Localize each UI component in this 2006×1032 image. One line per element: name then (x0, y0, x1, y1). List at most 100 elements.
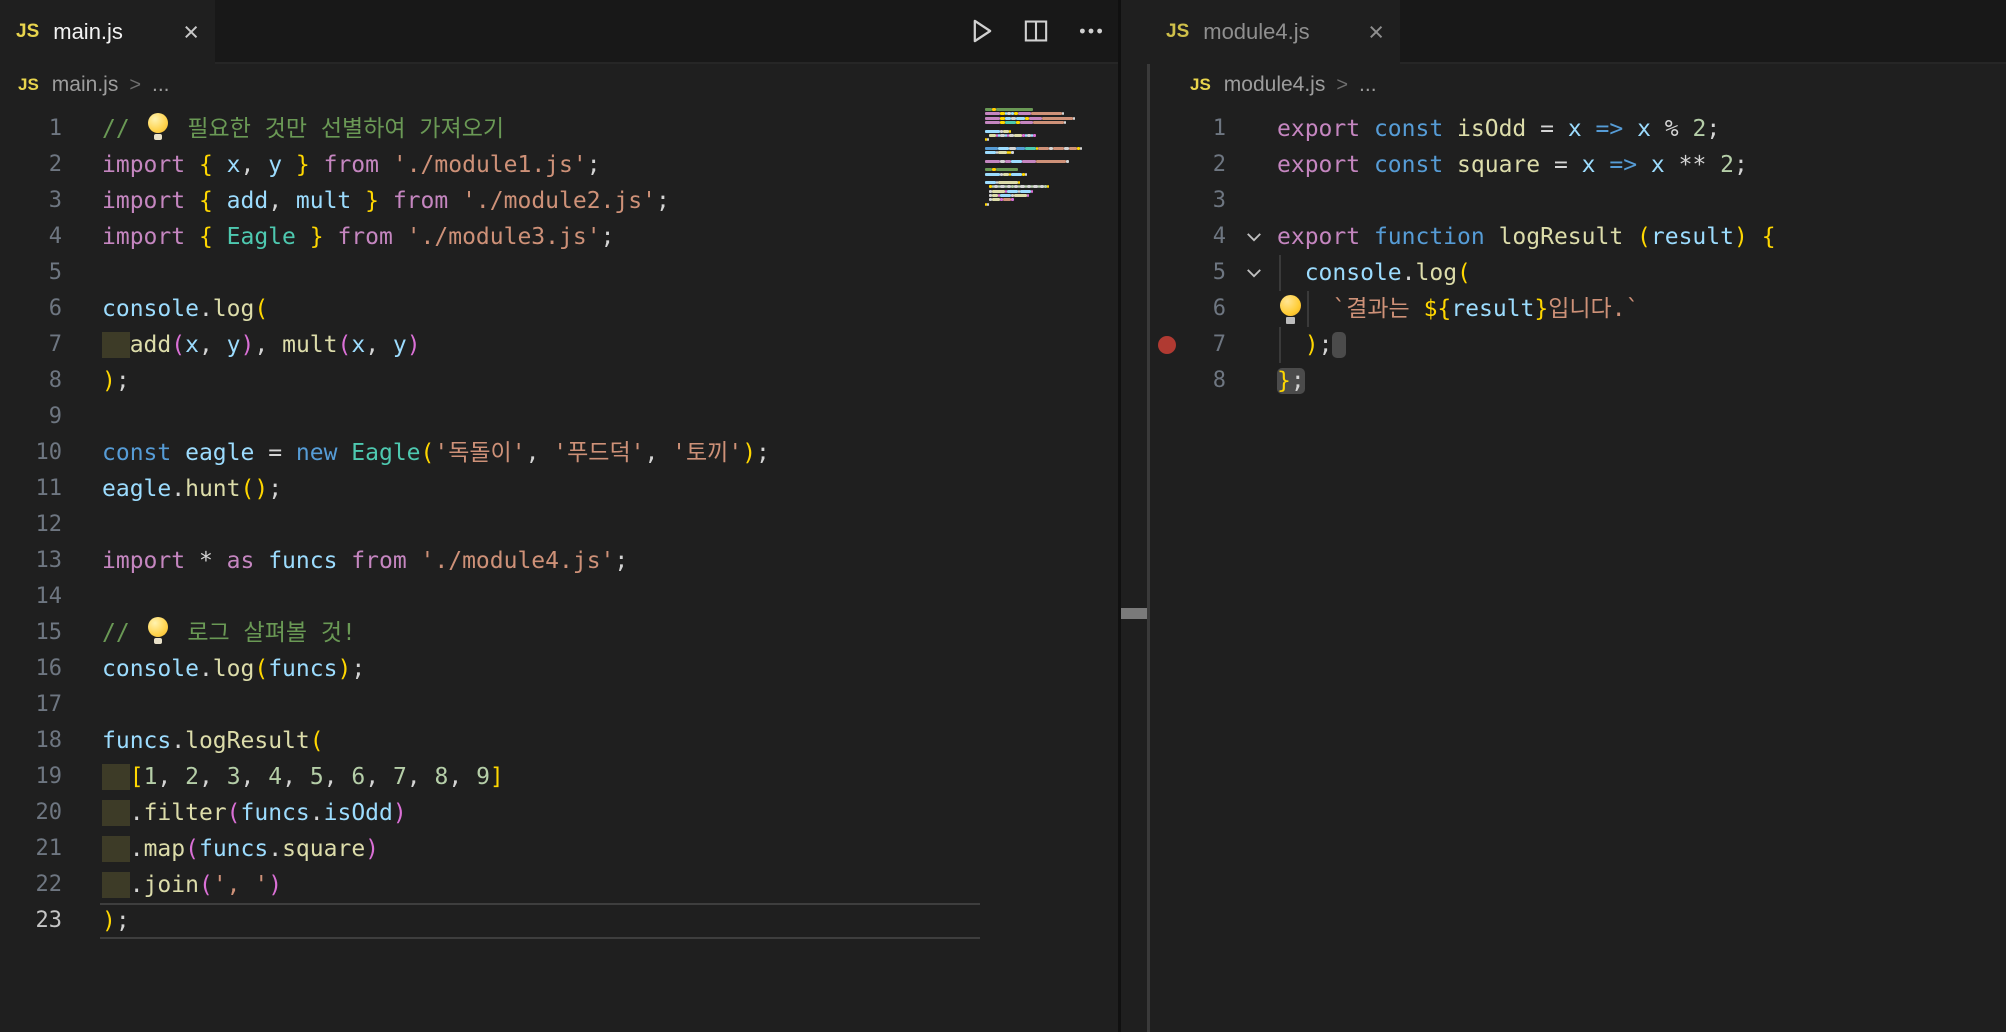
minimap-line (1031, 190, 1034, 193)
code-token: funcs (240, 800, 310, 826)
minimap-line (1066, 160, 1069, 163)
code-line[interactable]: 5 console.log( (1150, 255, 2006, 291)
sash-handle[interactable] (1121, 608, 1147, 619)
code-line[interactable]: 7 add(x, y), mult(x, y) (0, 327, 1118, 363)
minimap[interactable] (985, 108, 1097, 228)
code-token: ( (171, 332, 186, 358)
breadcrumb-symbol[interactable]: ... (152, 73, 170, 97)
minimap-line (991, 194, 999, 197)
code-line[interactable]: 8}; (1150, 363, 2006, 399)
code-token: 2 (1720, 152, 1735, 178)
editor-actions (966, 0, 1106, 62)
code-token: from (337, 548, 421, 574)
code-line[interactable]: 2 export const square = x => x ** 2; (1150, 147, 2006, 183)
editor-main-js[interactable]: 1 // 필요한 것만 선별하여 가져오기 2 import { x, y } fro… (0, 106, 1118, 939)
minimap-line (1002, 130, 1010, 133)
code-line[interactable]: 4 export function logResult (result) { (1150, 219, 2006, 255)
code-line[interactable]: 19 [1, 2, 3, 4, 5, 6, 7, 8, 9] (0, 759, 1118, 795)
code-token: funcs (268, 656, 338, 682)
breadcrumb-file[interactable]: module4.js (1224, 73, 1326, 97)
breadcrumb[interactable]: JS main.js > ... (18, 64, 170, 106)
breadcrumb[interactable]: JS module4.js > ... (1190, 64, 1377, 106)
code-token: x (1581, 152, 1596, 178)
code-token: ) (102, 368, 116, 394)
code-token: ) (1733, 224, 1748, 250)
breadcrumb-symbol[interactable]: ... (1359, 73, 1377, 97)
code-token: , (406, 764, 435, 790)
more-actions-button[interactable] (1076, 16, 1106, 46)
code-line[interactable]: 13 import * as funcs from './module4.js'; (0, 543, 1118, 579)
code-line[interactable]: 8); (0, 363, 1118, 399)
close-icon[interactable]: × (1368, 18, 1384, 46)
highlight-box: }; (1277, 368, 1305, 394)
tab-main-js[interactable]: JS main.js × (0, 0, 215, 64)
tab-module4-js[interactable]: JS module4.js × (1150, 0, 1400, 64)
close-icon[interactable]: × (183, 18, 199, 46)
code-line[interactable]: 1 // 필요한 것만 선별하여 가져오기 (0, 111, 1118, 147)
editor-module4-js[interactable]: 1 export const isOdd = x => x % 2; 2 export… (1150, 106, 2006, 399)
split-editor-button[interactable] (1022, 17, 1050, 45)
fold-chevron-icon[interactable] (1244, 263, 1264, 283)
code-line[interactable]: 3 (1150, 183, 2006, 219)
line-number: 20 (35, 800, 63, 825)
code-text: console.log( (102, 291, 268, 327)
minimap-line (998, 147, 1010, 150)
vscode-window: { "colors": { "editor_bg": "#1f1f1f", "t… (0, 0, 2006, 1032)
minimap-line (1011, 160, 1023, 163)
code-text: // 필요한 것만 선별하여 가져오기 (102, 111, 504, 147)
code-line[interactable]: 18 funcs.logResult( (0, 723, 1118, 759)
code-token: as (226, 548, 269, 574)
code-line[interactable]: 2 import { x, y } from './module1.js'; (0, 147, 1118, 183)
breadcrumb-file[interactable]: main.js (52, 73, 119, 97)
breakpoint-icon[interactable] (1158, 336, 1176, 354)
minimap-line (1013, 134, 1023, 137)
javascript-file-icon: JS (1190, 75, 1211, 94)
line-number: 9 (48, 404, 62, 429)
minimap-line (1064, 147, 1069, 150)
code-text: ); (102, 363, 130, 399)
code-token: filter (143, 800, 227, 826)
code-text: .join(', ') (102, 867, 282, 903)
code-line[interactable]: 6 `결과는 ${result}입니다.` (1150, 291, 2006, 327)
minimap-line (1009, 134, 1014, 137)
code-token: log (212, 296, 255, 322)
line-number: 15 (35, 620, 63, 645)
code-line[interactable]: 9 (0, 399, 1118, 435)
code-line[interactable]: 17 (0, 687, 1118, 723)
code-line[interactable]: 21 .map(funcs.square) (0, 831, 1118, 867)
code-token: } (1534, 296, 1549, 322)
minimap-line (985, 160, 1001, 163)
code-token: mult (282, 332, 338, 358)
minimap-line (1011, 173, 1023, 176)
code-line[interactable]: 3 import { add, mult } from './module2.js… (0, 183, 1118, 219)
code-token: 6 (351, 764, 366, 790)
line-number: 2 (48, 152, 62, 177)
code-token: ; (614, 548, 629, 574)
run-button[interactable] (966, 16, 996, 46)
code-line[interactable]: 11 eagle.hunt(); (0, 471, 1118, 507)
code-line[interactable]: 15 // 로그 살펴볼 것! (0, 615, 1118, 651)
code-line[interactable]: 10 const eagle = new Eagle('독돌이', '푸드덕', … (0, 435, 1118, 471)
code-token: funcs (102, 728, 172, 754)
line-number: 13 (35, 548, 63, 573)
code-token: , (240, 152, 269, 178)
code-token: './module4.js' (420, 548, 615, 574)
code-line[interactable]: 22 .join(', ') (0, 867, 1118, 903)
code-line[interactable]: 12 (0, 507, 1118, 543)
minimap-line (989, 134, 996, 137)
line-number: 6 (1212, 296, 1226, 321)
code-line[interactable]: 5 (0, 255, 1118, 291)
code-line[interactable]: 6 console.log( (0, 291, 1118, 327)
code-line[interactable]: 16 console.log(funcs); (0, 651, 1118, 687)
code-token: console (1304, 260, 1402, 286)
fold-chevron-icon[interactable] (1244, 227, 1264, 247)
code-line[interactable]: 14 (0, 579, 1118, 615)
code-line[interactable]: 23); (0, 903, 1118, 939)
code-line[interactable]: 4 import { Eagle } from './module3.js'; (0, 219, 1118, 255)
code-token: isOdd (1457, 116, 1527, 142)
code-line[interactable]: 1 export const isOdd = x => x % 2; (1150, 111, 2006, 147)
code-line[interactable]: 20 .filter(funcs.isOdd) (0, 795, 1118, 831)
code-line[interactable]: 7 ); (1150, 327, 2006, 363)
code-token: ( (254, 656, 269, 682)
minimap-line (1064, 121, 1067, 124)
